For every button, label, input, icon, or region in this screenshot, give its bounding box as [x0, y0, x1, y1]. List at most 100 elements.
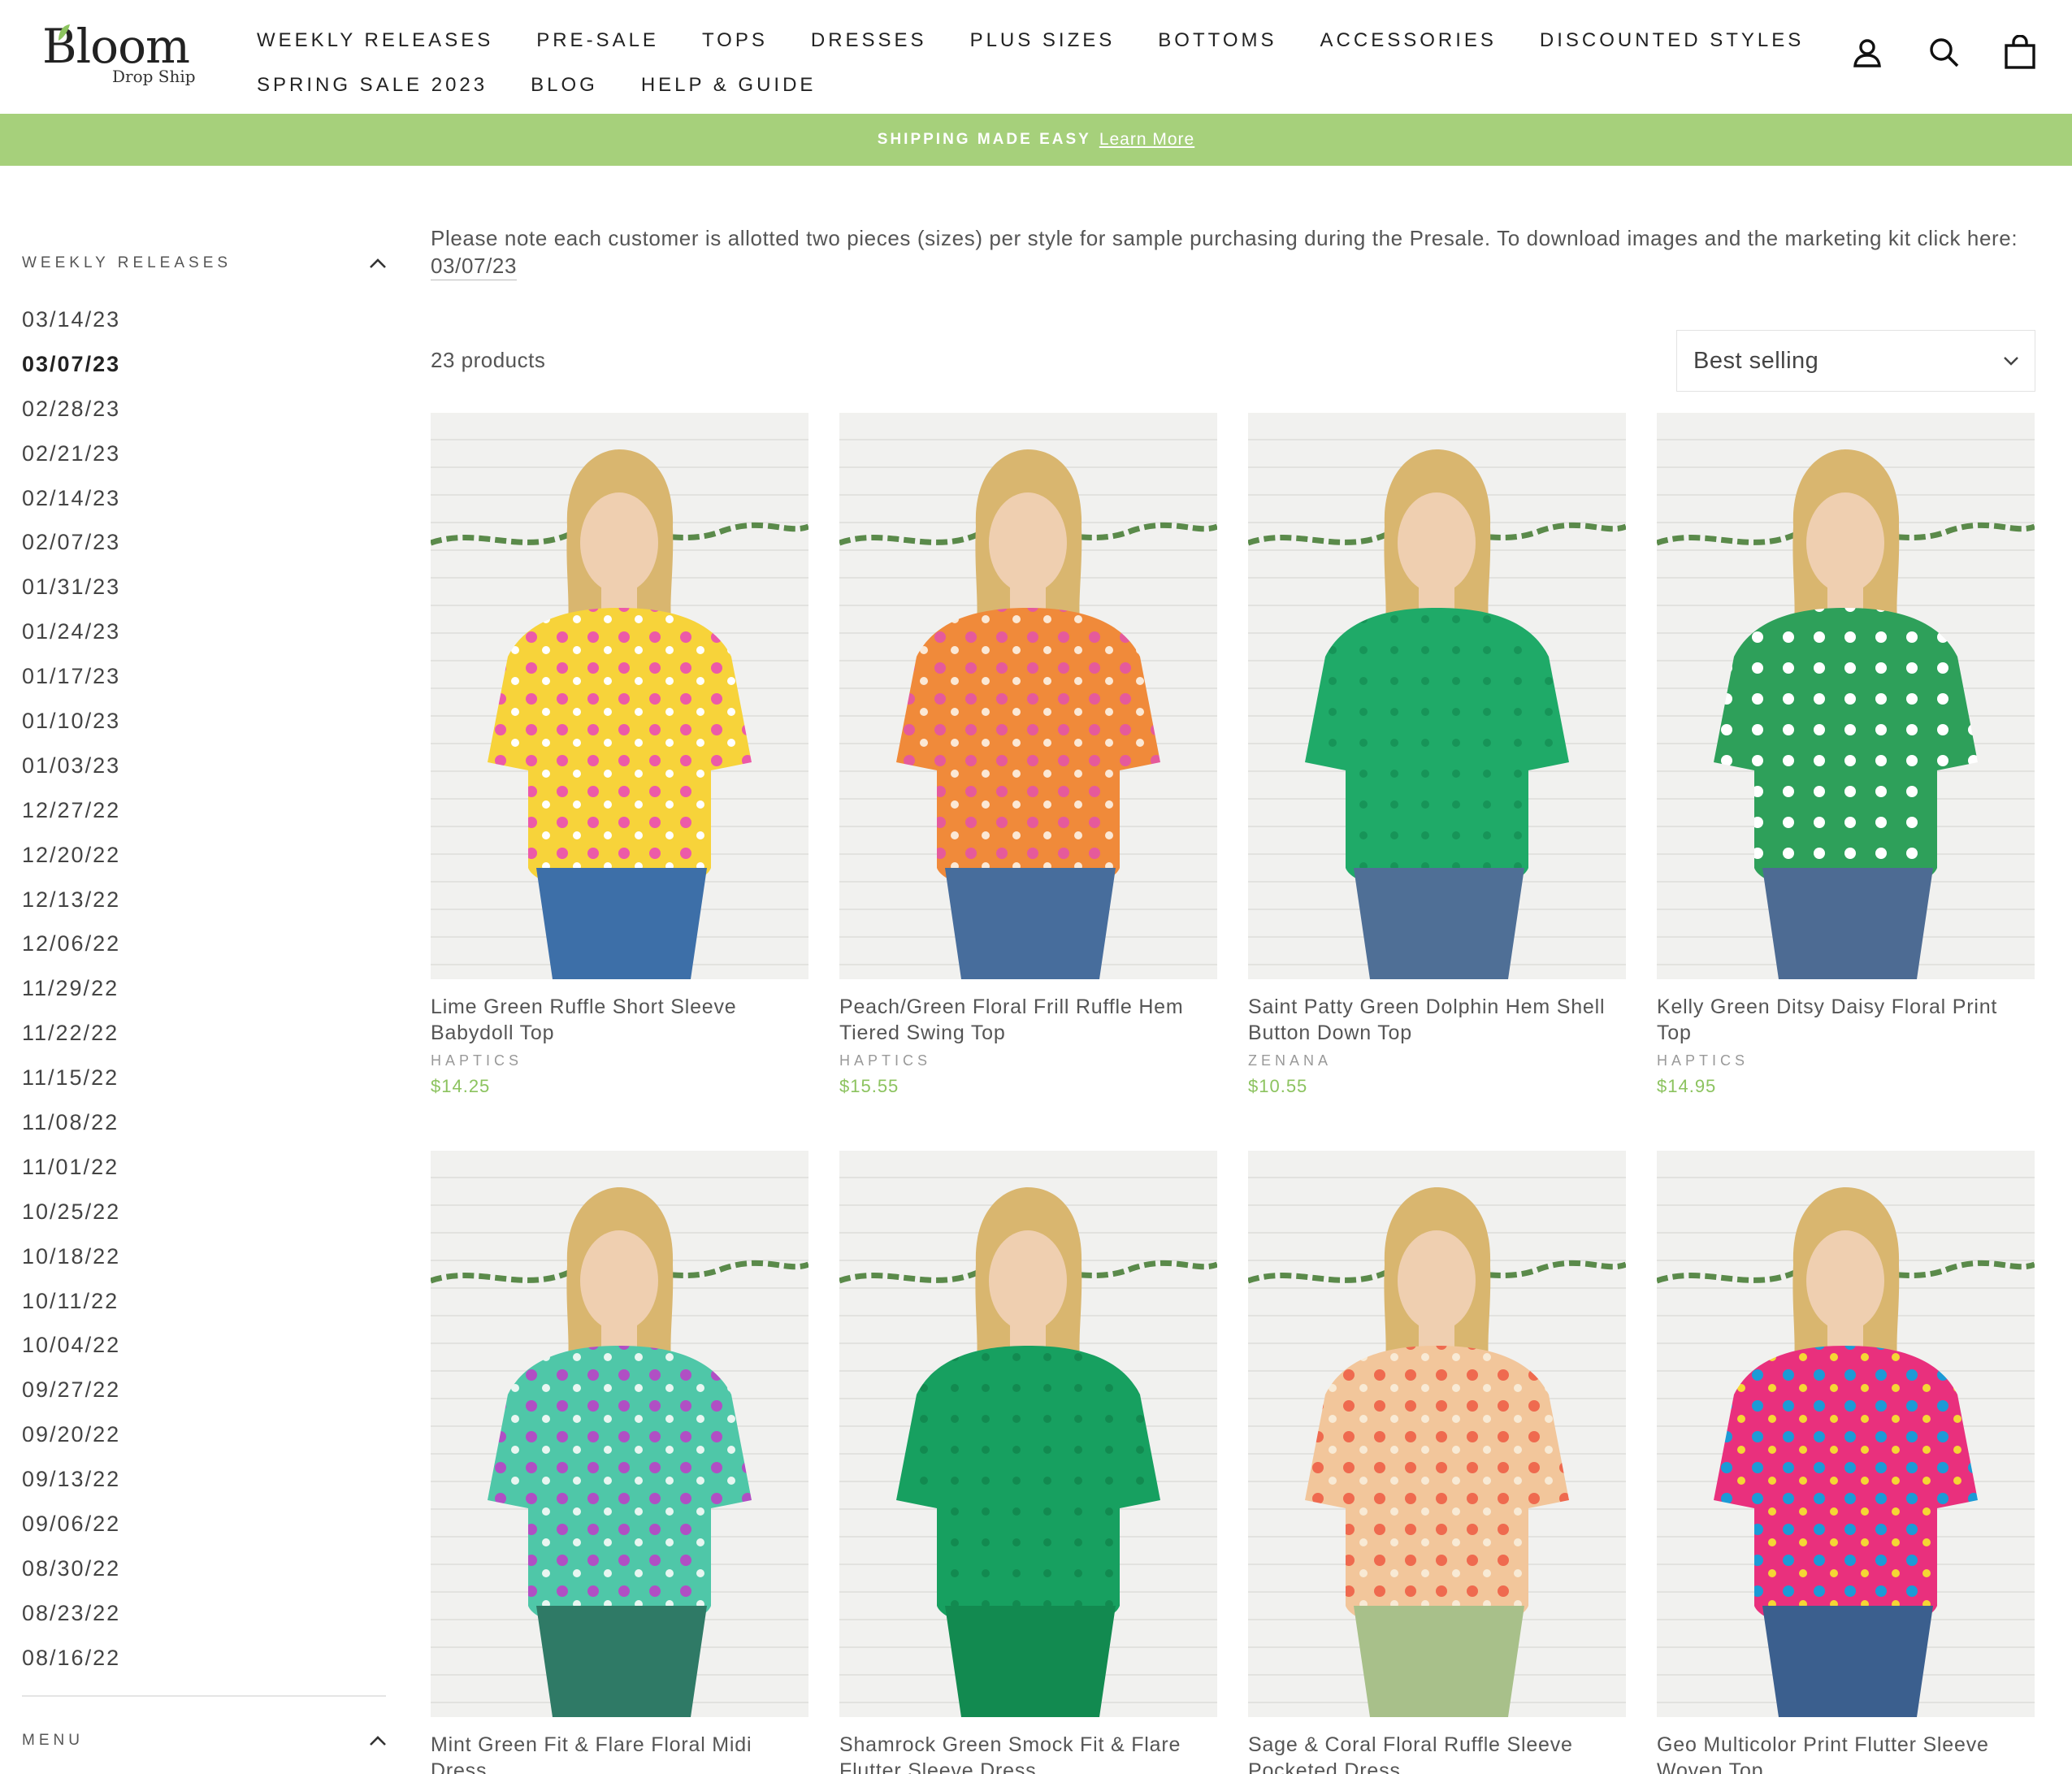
product-title[interactable]: Shamrock Green Smock Fit & Flare Flutter…	[839, 1732, 1217, 1774]
product-card[interactable]: Peach/Green Floral Frill Ruffle Hem Tier…	[839, 413, 1217, 1097]
sidebar-item-release-date[interactable]: 09/20/22	[22, 1412, 388, 1457]
leaf-icon	[59, 24, 70, 41]
chevron-down-icon	[2004, 357, 2018, 366]
sidebar-item-release-date[interactable]: 08/16/22	[22, 1636, 388, 1681]
sidebar-item-release-date[interactable]: 09/06/22	[22, 1502, 388, 1546]
presale-note-text: Please note each customer is allotted tw…	[431, 226, 2018, 250]
product-title[interactable]: Peach/Green Floral Frill Ruffle Hem Tier…	[839, 994, 1217, 1046]
product-title[interactable]: Mint Green Fit & Flare Floral Midi Dress	[431, 1732, 808, 1774]
sidebar-item-release-date[interactable]: 09/13/22	[22, 1457, 388, 1502]
product-card[interactable]: Shamrock Green Smock Fit & Flare Flutter…	[839, 1151, 1217, 1774]
menu-toggle[interactable]: MENU	[22, 1721, 388, 1760]
sidebar-item-release-date[interactable]: 10/18/22	[22, 1234, 388, 1279]
product-image[interactable]	[839, 413, 1217, 979]
sidebar-item-release-date[interactable]: 03/07/23	[22, 342, 388, 387]
sidebar-item-release-date[interactable]: 02/07/23	[22, 520, 388, 565]
product-vendor: ZENANA	[1248, 1052, 1333, 1069]
sidebar-item-release-date[interactable]: 08/30/22	[22, 1546, 388, 1591]
product-card[interactable]: Sage & Coral Floral Ruffle Sleeve Pocket…	[1248, 1151, 1626, 1774]
sidebar-item-release-date[interactable]: 10/04/22	[22, 1323, 388, 1368]
sidebar-item-release-date[interactable]: 10/11/22	[22, 1279, 388, 1324]
product-title[interactable]: Lime Green Ruffle Short Sleeve Babydoll …	[431, 994, 808, 1046]
product-image[interactable]	[839, 1151, 1217, 1717]
product-card[interactable]: Geo Multicolor Print Flutter Sleeve Wove…	[1657, 1151, 2035, 1774]
product-card[interactable]: Saint Patty Green Dolphin Hem Shell Butt…	[1248, 413, 1626, 1097]
cart-icon[interactable]	[2002, 34, 2038, 70]
sidebar-item-release-date[interactable]: 01/17/23	[22, 654, 388, 699]
nav-item-dresses[interactable]: DRESSES	[811, 29, 927, 52]
sidebar-item-release-date[interactable]: 11/22/22	[22, 1011, 388, 1056]
nav-item-discounted-styles[interactable]: DISCOUNTED STYLES	[1540, 29, 1804, 52]
product-image[interactable]	[431, 1151, 808, 1717]
product-image[interactable]	[1657, 413, 2035, 979]
product-image[interactable]	[1657, 1151, 2035, 1717]
nav-item-plus-sizes[interactable]: PLUS SIZES	[970, 29, 1116, 52]
sidebar-item-release-date[interactable]: 11/15/22	[22, 1056, 388, 1100]
product-title[interactable]: Saint Patty Green Dolphin Hem Shell Butt…	[1248, 994, 1626, 1046]
nav-row-2: SPRING SALE 2023 BLOG HELP & GUIDE	[257, 63, 1638, 107]
sidebar-item-release-date[interactable]: 01/24/23	[22, 609, 388, 654]
sidebar-item-release-date[interactable]: 10/25/22	[22, 1190, 388, 1234]
sidebar-item-release-date[interactable]: 02/21/23	[22, 432, 388, 476]
main-nav: WEEKLY RELEASES PRE-SALE TOPS DRESSES PLUS S…	[257, 18, 1801, 107]
account-icon[interactable]	[1849, 34, 1885, 70]
header-actions	[1849, 34, 2038, 70]
sidebar-item-release-date[interactable]: 08/23/22	[22, 1591, 388, 1636]
filter-sidebar: WEEKLY RELEASES 03/14/23 03/07/23 02/28/23…	[22, 244, 388, 1760]
sidebar-item-release-date[interactable]: 12/06/22	[22, 922, 388, 966]
sidebar-item-release-date[interactable]: 12/13/22	[22, 878, 388, 922]
product-title[interactable]: Kelly Green Ditsy Daisy Floral Print Top	[1657, 994, 2035, 1046]
sidebar-item-release-date[interactable]: 02/14/23	[22, 476, 388, 521]
product-price: $14.25	[431, 1076, 491, 1096]
product-image[interactable]	[431, 413, 808, 979]
product-vendor: HAPTICS	[1657, 1052, 1749, 1069]
product-title[interactable]: Geo Multicolor Print Flutter Sleeve Wove…	[1657, 1732, 2035, 1774]
product-card[interactable]: Mint Green Fit & Flare Floral Midi Dress	[431, 1151, 808, 1774]
sidebar-item-release-date[interactable]: 09/27/22	[22, 1368, 388, 1412]
chevron-up-icon	[370, 258, 386, 268]
marketing-kit-link[interactable]: 03/07/23	[431, 252, 518, 280]
nav-item-pre-sale[interactable]: PRE-SALE	[536, 29, 659, 52]
nav-item-blog[interactable]: BLOG	[531, 74, 598, 97]
nav-item-spring-sale-2023[interactable]: SPRING SALE 2023	[257, 74, 488, 97]
chevron-up-icon	[370, 1735, 386, 1746]
sort-value: Best selling	[1693, 347, 1819, 374]
product-image[interactable]	[1248, 413, 1626, 979]
sidebar-item-release-date[interactable]: 03/14/23	[22, 297, 388, 342]
announcement-bar: SHIPPING MADE EASY Learn More	[0, 114, 2072, 166]
sidebar-item-release-date[interactable]: 12/20/22	[22, 833, 388, 878]
brand-logo[interactable]: Bloom Drop Ship	[42, 20, 197, 93]
product-card[interactable]: Lime Green Ruffle Short Sleeve Babydoll …	[431, 413, 808, 1097]
product-count: 23 products	[431, 348, 546, 372]
sort-select[interactable]: Best selling	[1676, 330, 2035, 392]
product-image[interactable]	[1248, 1151, 1626, 1717]
site-header: Bloom Drop Ship WEEKLY RELEASES PRE-SALE T…	[0, 0, 2072, 114]
presale-note: Please note each customer is allotted tw…	[431, 224, 2035, 280]
sidebar-divider	[22, 1694, 386, 1697]
sidebar-item-release-date[interactable]: 11/29/22	[22, 966, 388, 1011]
nav-item-help-guide[interactable]: HELP & GUIDE	[641, 74, 817, 97]
sidebar-item-release-date[interactable]: 01/10/23	[22, 699, 388, 744]
weekly-releases-heading: WEEKLY RELEASES	[22, 254, 232, 271]
product-price: $10.55	[1248, 1076, 1308, 1096]
learn-more-link[interactable]: Learn More	[1099, 130, 1194, 150]
nav-item-weekly-releases[interactable]: WEEKLY RELEASES	[257, 29, 493, 52]
menu-heading: MENU	[22, 1731, 84, 1749]
product-title[interactable]: Sage & Coral Floral Ruffle Sleeve Pocket…	[1248, 1732, 1626, 1774]
product-vendor: HAPTICS	[431, 1052, 523, 1069]
nav-item-tops[interactable]: TOPS	[702, 29, 768, 52]
announcement-text: SHIPPING MADE EASY	[877, 131, 1091, 148]
product-vendor: HAPTICS	[839, 1052, 932, 1069]
sidebar-item-release-date[interactable]: 01/03/23	[22, 744, 388, 788]
search-icon[interactable]	[1926, 34, 1961, 70]
nav-item-bottoms[interactable]: BOTTOMS	[1158, 29, 1277, 52]
sidebar-item-release-date[interactable]: 02/28/23	[22, 387, 388, 432]
nav-item-accessories[interactable]: ACCESSORIES	[1320, 29, 1497, 52]
sidebar-item-release-date[interactable]: 12/27/22	[22, 788, 388, 833]
sidebar-item-release-date[interactable]: 01/31/23	[22, 565, 388, 609]
product-card[interactable]: Kelly Green Ditsy Daisy Floral Print Top…	[1657, 413, 2035, 1097]
sidebar-item-release-date[interactable]: 11/01/22	[22, 1145, 388, 1190]
sidebar-item-release-date[interactable]: 11/08/22	[22, 1100, 388, 1145]
release-date-list: 03/14/23 03/07/23 02/28/23 02/21/23 02/14/23…	[22, 297, 388, 1681]
weekly-releases-toggle[interactable]: WEEKLY RELEASES	[22, 244, 388, 283]
